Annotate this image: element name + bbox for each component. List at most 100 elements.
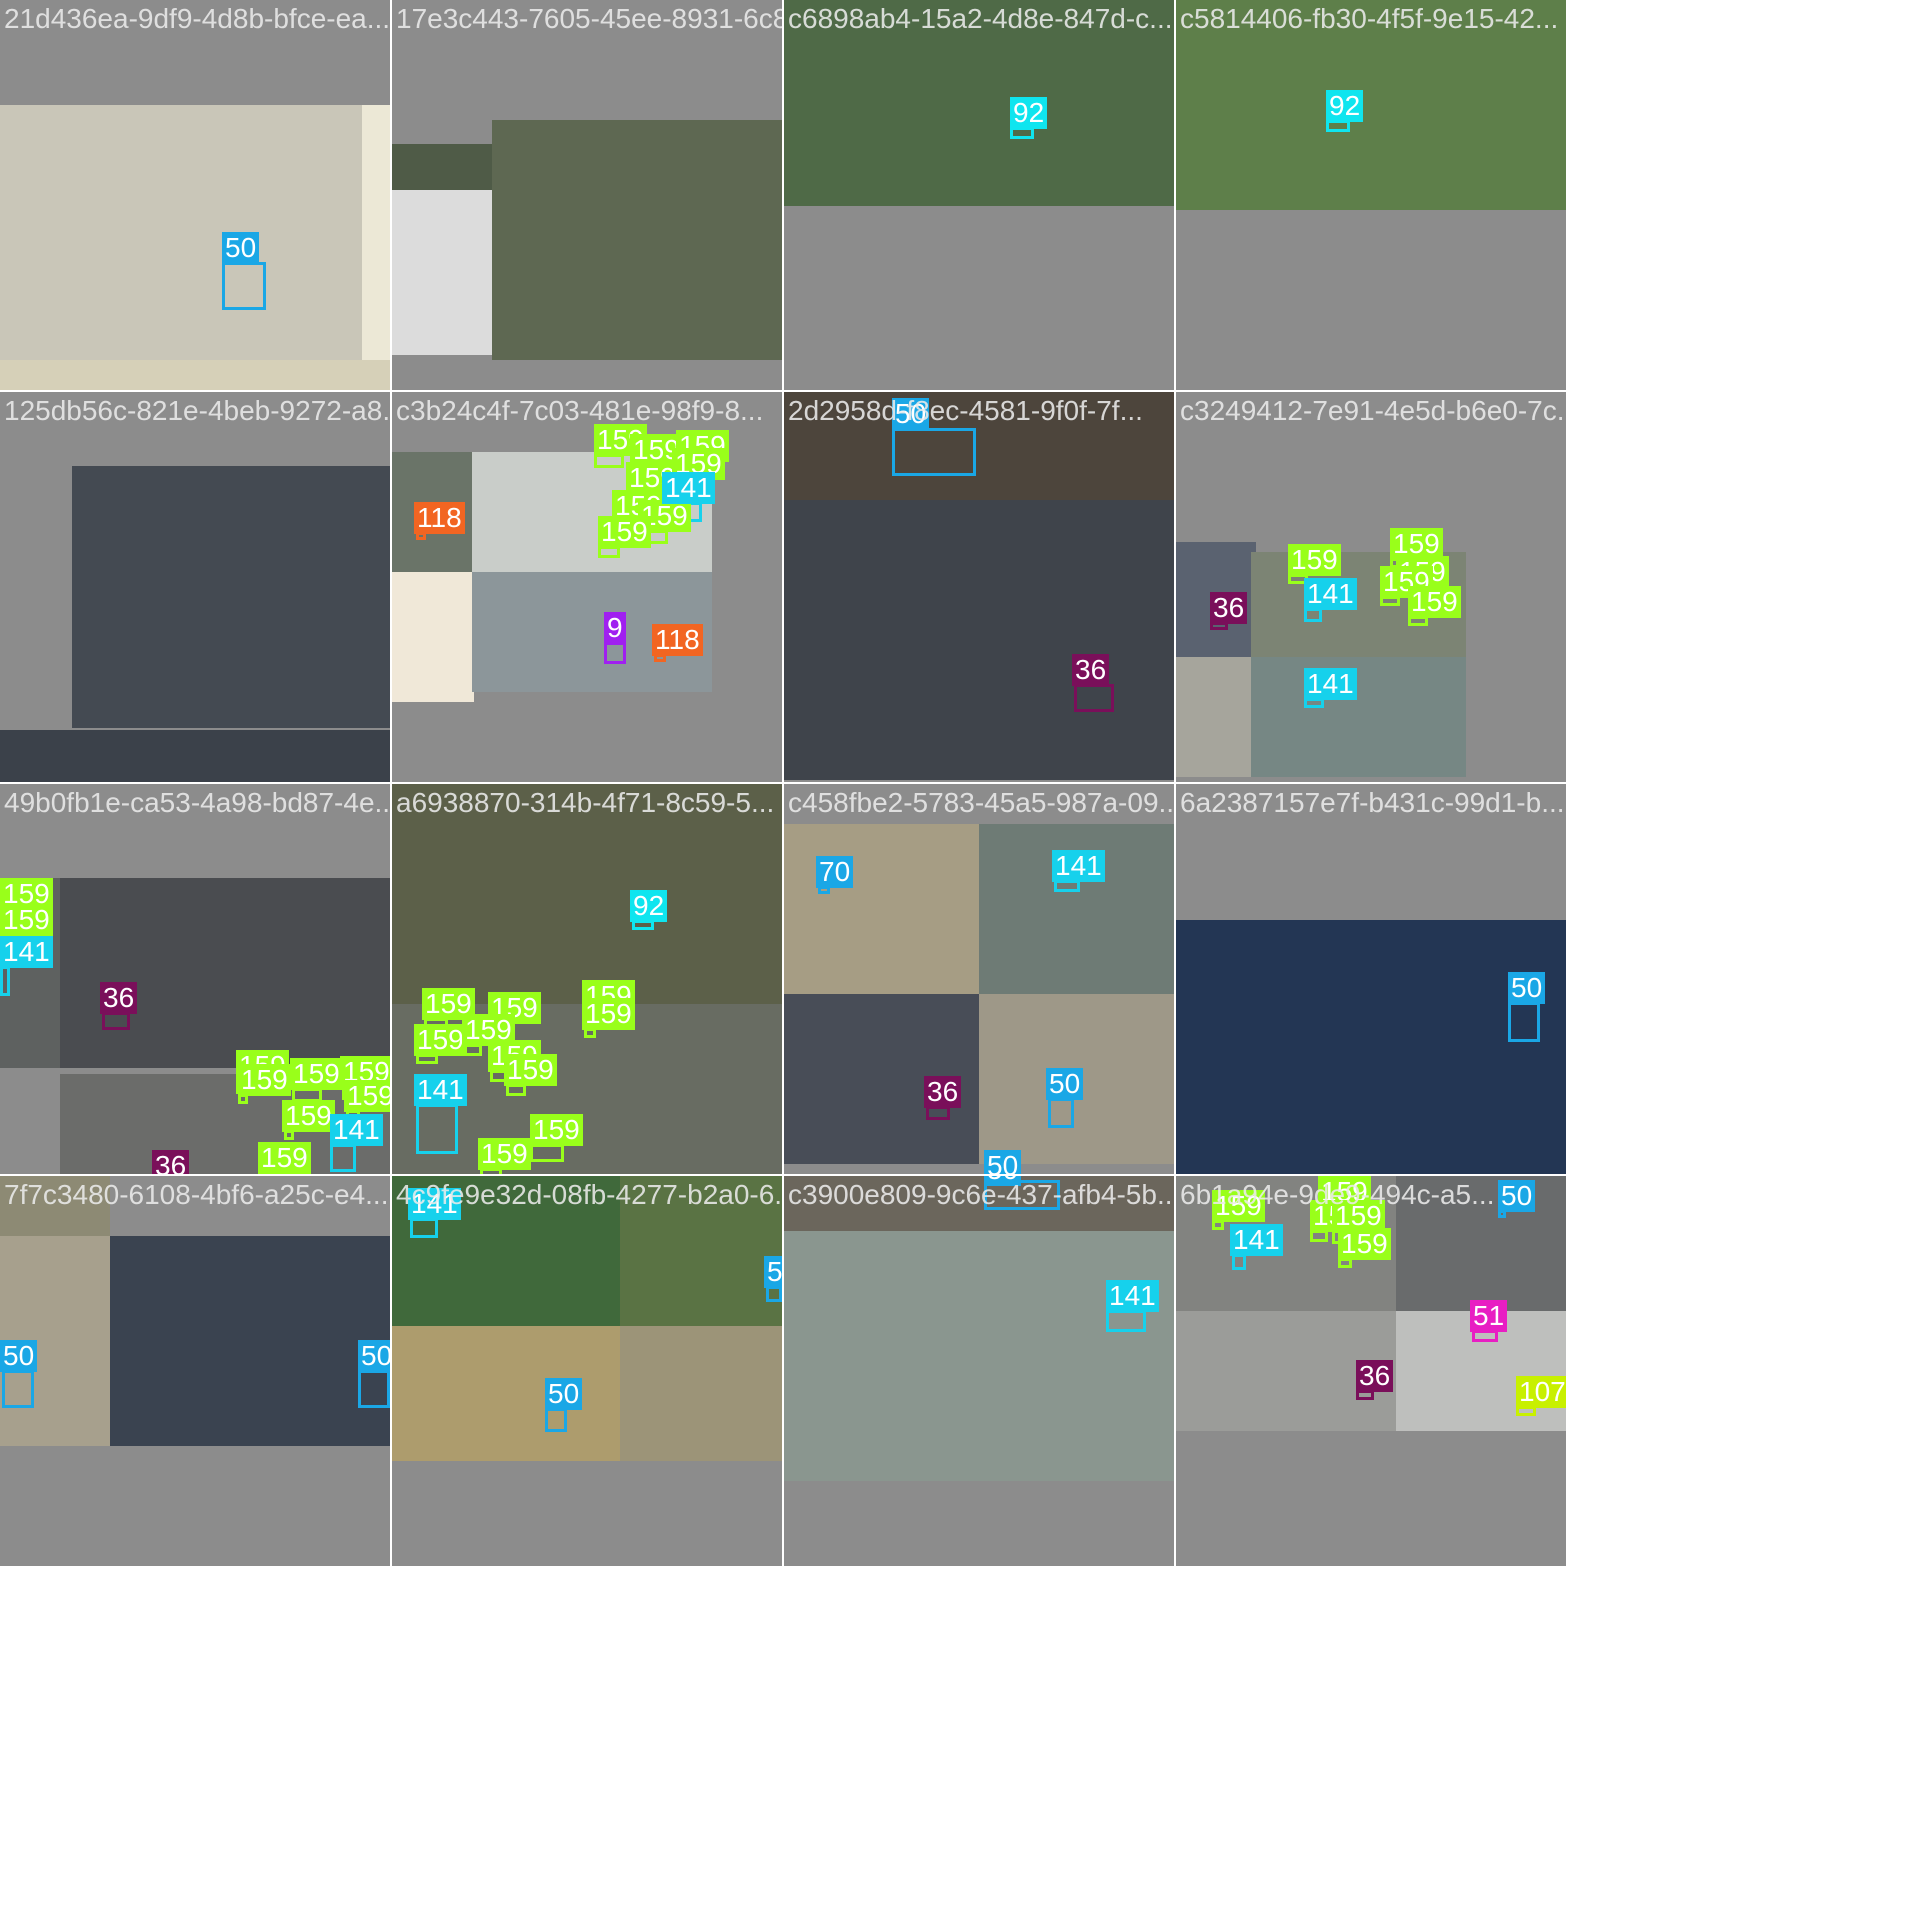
tile-filename-title: 49b0fb1e-ca53-4a98-bd87-4e... [4,787,390,818]
detection-class-label: 50 [545,1378,583,1410]
detection-box [926,1106,950,1120]
detection-box [594,454,624,468]
seafloor-photo [784,0,1174,206]
detection-class-label: 92 [1010,97,1048,129]
detection-class-label: 159 [504,1054,557,1086]
mosaic-tile: a6938870-314b-4f71-8c59-5... 92 159 159 159 1… [392,784,782,1174]
detection-class-label: 159 [258,1142,311,1174]
mosaic-tile: 6b1a94e-9de9-494c-a5...15915915915915914… [1176,1176,1566,1566]
detection-class-label: 159 [598,516,651,548]
detection-class-label: 141 [662,472,715,504]
mosaic-tile: c5814406-fb30-4f5f-9e15-42... 92 [1176,0,1566,390]
detection-box [1048,1098,1074,1128]
detection-class-label: 50 [1046,1068,1084,1100]
detection-class-label: 159 [238,1064,291,1096]
detection-box [102,1012,130,1030]
detection-class-label: 141 [1304,668,1357,700]
detection-class-label: 36 [1356,1360,1394,1392]
detection-class-label: 159 [478,1138,531,1170]
detection-box [0,966,10,996]
detection-class-label: 141 [0,936,53,968]
detection-box [1304,608,1322,622]
mosaic-tile: c3900e809-9c6e-437-afb4-5b...50141 [784,1176,1174,1566]
mosaic-tile: 21d436ea-9df9-4d8b-bfce-ea... 50 [0,0,390,390]
seafloor-photo [110,1236,390,1446]
mosaic-tile: c3249412-7e91-4e5d-b6e0-7c... 159 159 159 15… [1176,392,1566,782]
detection-box [358,1370,390,1408]
detection-class-label: 36 [924,1076,962,1108]
seafloor-photo [492,120,782,360]
tile-filename-title: 6a2387157e7f-b431c-99d1-b... [1180,787,1565,818]
mosaic-tile: c3b24c4f-7c03-481e-98f9-8... 159 159 159 159… [392,392,782,782]
detection-box [604,642,626,664]
detection-class-label: 159 [530,1114,583,1146]
tile-filename-title: c3b24c4f-7c03-481e-98f9-8... [396,395,764,426]
detection-class-label: 36 [100,982,138,1014]
seafloor-photo [784,500,1174,780]
mosaic-tile: c6898ab4-15a2-4d8e-847d-c... 92 [784,0,1174,390]
detection-class-label: 159 [1288,544,1341,576]
detection-class-label: 141 [414,1074,467,1106]
mosaic-tile: 125db56c-821e-4beb-9272-a8... [0,392,390,782]
seafloor-photo [784,392,1174,500]
detection-class-label: 9 [604,612,626,644]
detection-class-label: 50 [358,1340,390,1372]
mosaic-tile: 6a2387157e7f-b431c-99d1-b... 50 [1176,784,1566,1174]
detection-class-label: 36 [152,1150,190,1174]
detection-class-label: 141 [1106,1280,1159,1312]
seafloor-photo [362,105,390,363]
seafloor-photo [1396,1176,1566,1311]
detection-class-label: 159 [290,1058,343,1090]
seafloor-photo [784,1231,1174,1481]
detection-box [530,1144,564,1162]
detection-box [892,428,976,476]
detection-class-label: 107 [1516,1376,1566,1408]
mosaic-tile: 7f7c3480-6108-4bf6-a25c-e4... 50 50 [0,1176,390,1566]
seafloor-photo [72,466,390,728]
detection-class-label: 159 [282,1100,335,1132]
mosaic-tile: c458fbe2-5783-45a5-987a-09... 70 141 36 50 50 [784,784,1174,1174]
mosaic-grid: 21d436ea-9df9-4d8b-bfce-ea... 50 17e3c443-… [0,0,1568,1568]
tile-filename-title: 125db56c-821e-4beb-9272-a8... [4,395,390,426]
detection-class-label: 159 [582,998,635,1030]
mosaic-tile: 4c9fe9e32d-08fb-4277-b2a0-6...1415050 [392,1176,782,1566]
detection-class-label: 50 [1498,1180,1536,1212]
detection-box [1232,1254,1246,1270]
detection-class-label: 141 [408,1188,461,1220]
detection-class-label: 118 [414,502,465,534]
detection-class-label: 141 [1052,850,1105,882]
detection-box [545,1408,567,1432]
detection-class-label: 118 [652,624,703,656]
detection-class-label: 36 [1210,592,1248,624]
tile-filename-title: c3249412-7e91-4e5d-b6e0-7c... [1180,395,1566,426]
detection-box [222,262,266,310]
detection-class-label: 50 [984,1150,1022,1174]
detection-class-label: 36 [1072,654,1110,686]
seafloor-photo [392,1326,620,1461]
detection-class-label: 159 [1212,1190,1265,1222]
seafloor-photo [0,360,390,390]
detection-box [410,1218,438,1238]
detection-box [1508,1002,1540,1042]
detection-box [416,1104,458,1154]
detection-class-label: 159 [1408,586,1461,618]
seafloor-photo [784,824,984,994]
seafloor-photo [392,784,782,1004]
detection-class-label: 50 [764,1256,782,1288]
detection-class-label: 50 [0,1340,38,1372]
seafloor-photo [1176,0,1566,210]
detection-class-label: 50 [892,398,930,430]
tile-filename-title: 17e3c443-7605-45ee-8931-6c8... [396,3,782,34]
detection-class-label: 159 [1338,1228,1391,1260]
detection-box [766,1286,782,1302]
detection-class-label: 141 [1230,1224,1283,1256]
seafloor-photo [1176,920,1566,1174]
detection-box [1074,684,1114,712]
seafloor-photo [392,572,474,702]
mosaic-tile: 49b0fb1e-ca53-4a98-bd87-4e... 159 159 141 36… [0,784,390,1174]
detection-class-label: 92 [1326,90,1364,122]
detection-class-label: 159 [414,1024,467,1056]
detection-class-label: 141 [1304,578,1357,610]
seafloor-photo [392,190,492,355]
detection-class-label: 159 [0,904,53,936]
